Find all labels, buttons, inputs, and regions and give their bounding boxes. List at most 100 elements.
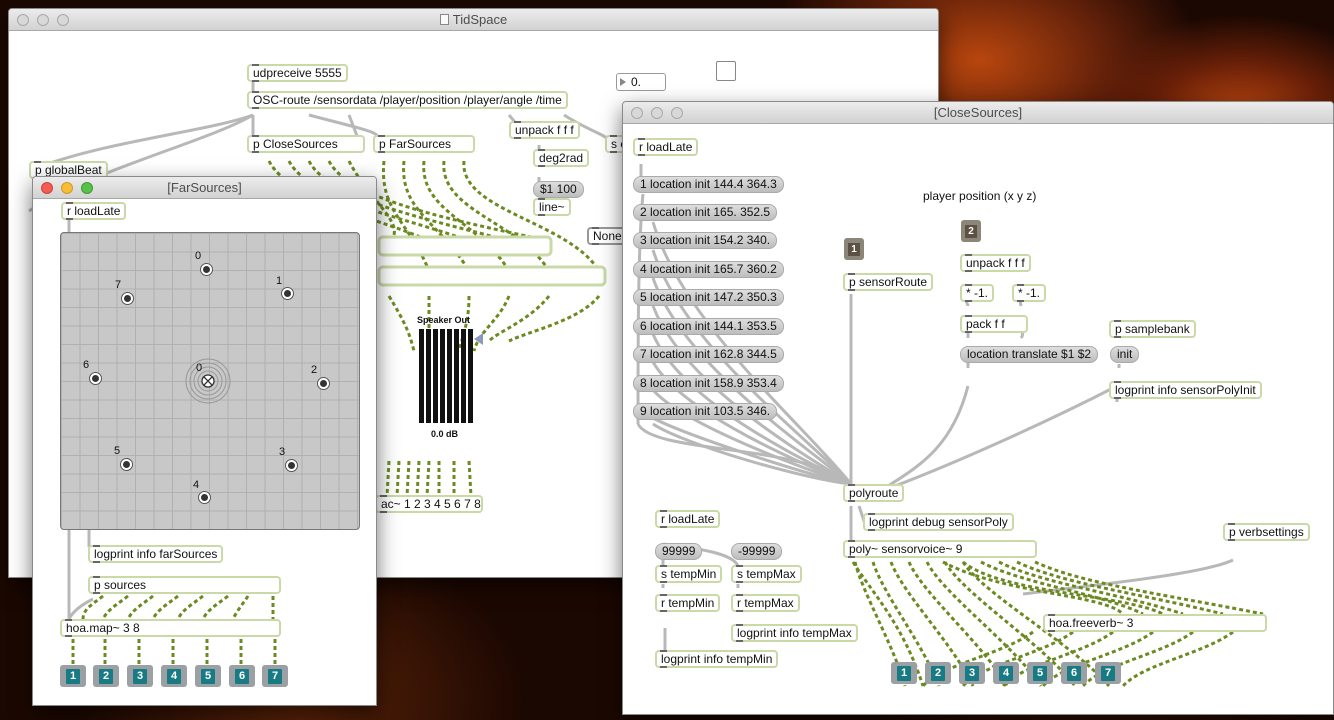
location-translate-message[interactable]: location translate $1 $2 <box>960 346 1099 363</box>
source-3-handle[interactable] <box>285 459 298 472</box>
location-init-message-3[interactable]: 3 location init 154.2 340. <box>633 232 778 249</box>
location-init-message-6[interactable]: 6 location init 144.1 353.5 <box>633 318 784 335</box>
multiply-x-object[interactable]: * -1. <box>960 284 995 302</box>
outlet-6[interactable]: 6 <box>229 665 255 687</box>
minimize-window-button[interactable] <box>37 14 49 26</box>
verbsettings-subpatch[interactable]: p verbsettings <box>1223 523 1310 541</box>
source-2-handle[interactable] <box>317 377 330 390</box>
outlet-5[interactable]: 5 <box>195 665 221 687</box>
logprint-tempmin-object[interactable]: logprint info tempMin <box>655 650 779 668</box>
source-7-handle[interactable] <box>121 292 134 305</box>
send-tempmax-object[interactable]: s tempMax <box>731 565 802 583</box>
minimize-window-button[interactable] <box>61 182 73 194</box>
window-title: [CloseSources] <box>933 105 1023 120</box>
zoom-window-button[interactable] <box>81 182 93 194</box>
outlet-4-label: 4 <box>167 668 181 684</box>
outlet-7[interactable]: 7 <box>1095 662 1121 684</box>
window-controls <box>17 14 69 26</box>
logprint-debug-object[interactable]: logprint debug sensorPoly <box>863 513 1014 531</box>
location-init-message-7[interactable]: 7 location init 162.8 344.5 <box>633 346 784 363</box>
sensor-route-subpatch[interactable]: p sensorRoute <box>843 273 934 291</box>
location-init-message-1[interactable]: 1 location init 144.4 364.3 <box>633 176 784 193</box>
sources-subpatch[interactable]: p sources <box>88 576 281 594</box>
close-window-button[interactable] <box>17 14 29 26</box>
outlet-2[interactable]: 2 <box>93 665 119 687</box>
receive-tempmax-object[interactable]: r tempMax <box>731 594 800 612</box>
hoa-map-display[interactable]: 0 1 2 3 4 5 6 7 0 <box>60 232 360 530</box>
line-object[interactable]: line~ <box>533 198 571 216</box>
inlet-1[interactable]: 1 <box>844 238 864 260</box>
source-5-handle[interactable] <box>120 458 133 471</box>
loadlate-receive-2[interactable]: r loadLate <box>655 510 721 528</box>
source-2-label: 2 <box>311 364 318 376</box>
outlet-1[interactable]: 1 <box>60 665 86 687</box>
window-controls <box>631 107 683 119</box>
location-init-message-5[interactable]: 5 location init 147.2 350.3 <box>633 289 784 306</box>
pack-object[interactable]: pack f f <box>960 315 1028 333</box>
source-1-handle[interactable] <box>281 287 294 300</box>
logprint-far-object[interactable]: logprint info farSources <box>88 545 224 563</box>
location-init-message-8[interactable]: 8 location init 158.9 353.4 <box>633 375 784 392</box>
farsources-titlebar[interactable]: [FarSources] <box>33 177 376 199</box>
source-1-label: 1 <box>276 275 283 287</box>
gain-slider-handle[interactable] <box>474 333 483 345</box>
tidspace-titlebar[interactable]: TidSpace <box>9 9 938 31</box>
outlet-3[interactable]: 3 <box>127 665 153 687</box>
location-init-message-9[interactable]: 9 location init 103.5 346. <box>633 403 778 420</box>
send-tempmin-object[interactable]: s tempMin <box>655 565 723 583</box>
ramp-message[interactable]: $1 100 <box>533 181 584 198</box>
logprint-sensor-poly-init[interactable]: logprint info sensorPolyInit <box>1109 381 1262 399</box>
outlet-1[interactable]: 1 <box>891 662 917 684</box>
outlet-5[interactable]: 5 <box>1027 662 1053 684</box>
deg2rad-object[interactable]: deg2rad <box>533 149 590 167</box>
farsources-patcher[interactable]: r loadLate 0 1 2 3 4 5 6 7 0 logprint in… <box>33 199 376 705</box>
outlet-1-label: 1 <box>66 668 80 684</box>
zoom-window-button[interactable] <box>57 14 69 26</box>
location-init-message-2[interactable]: 2 location init 165. 352.5 <box>633 204 778 221</box>
logprint-tempmax-object[interactable]: logprint info tempMax <box>731 624 858 642</box>
toggle-box[interactable] <box>716 61 736 81</box>
location-init-message-4[interactable]: 4 location init 165.7 360.2 <box>633 261 784 278</box>
listener-icon[interactable] <box>183 356 233 406</box>
loadlate-receive[interactable]: r loadLate <box>633 138 699 156</box>
source-0-label: 0 <box>195 250 202 262</box>
loadlate-receive[interactable]: r loadLate <box>61 202 127 220</box>
closesources-titlebar[interactable]: [CloseSources] <box>623 102 1333 124</box>
close-window-button[interactable] <box>631 107 643 119</box>
source-0-handle[interactable] <box>200 263 213 276</box>
samplebank-subpatch[interactable]: p samplebank <box>1109 320 1196 338</box>
min-value-message[interactable]: -99999 <box>731 543 783 560</box>
source-6-handle[interactable] <box>89 372 102 385</box>
hoa-freeverb-object[interactable]: hoa.freeverb~ 3 <box>1043 614 1267 632</box>
zoom-window-button[interactable] <box>671 107 683 119</box>
outlet-3[interactable]: 3 <box>959 662 985 684</box>
document-icon <box>439 14 449 25</box>
inlet-2[interactable]: 2 <box>961 220 981 242</box>
unpack-object[interactable]: unpack f f f <box>960 254 1031 272</box>
polyroute-object[interactable]: polyroute <box>843 484 905 502</box>
outlet-6[interactable]: 6 <box>1061 662 1087 684</box>
hoa-map-object[interactable]: hoa.map~ 3 8 <box>60 619 281 637</box>
outlet-2-label: 2 <box>931 665 945 681</box>
receive-tempmin-object[interactable]: r tempMin <box>655 594 721 612</box>
max-value-message[interactable]: 99999 <box>655 543 703 560</box>
far-sources-subpatch[interactable]: p FarSources <box>373 135 475 153</box>
unpack-object[interactable]: unpack f f f <box>509 121 580 139</box>
number-box[interactable]: 0. <box>616 73 666 91</box>
udpreceive-object[interactable]: udpreceive 5555 <box>247 64 348 82</box>
osc-route-object[interactable]: OSC-route /sensordata /player/position /… <box>247 91 568 109</box>
dac-object[interactable]: ac~ 1 2 3 4 5 6 7 8 <box>375 495 483 513</box>
source-4-handle[interactable] <box>198 491 211 504</box>
outlet-4[interactable]: 4 <box>161 665 187 687</box>
outlet-4[interactable]: 4 <box>993 662 1019 684</box>
poly-sensorvoice-object[interactable]: poly~ sensorvoice~ 9 <box>843 540 1037 558</box>
minimize-window-button[interactable] <box>651 107 663 119</box>
close-window-button[interactable] <box>41 182 53 194</box>
close-sources-subpatch[interactable]: p CloseSources <box>247 135 365 153</box>
init-message[interactable]: init <box>1110 346 1140 363</box>
closesources-patcher[interactable]: r loadLate 1 location init 144.4 364.3 2… <box>623 124 1333 714</box>
outlet-2[interactable]: 2 <box>925 662 951 684</box>
source-7-label: 7 <box>115 279 122 291</box>
outlet-7[interactable]: 7 <box>262 665 288 687</box>
multiply-y-object[interactable]: * -1. <box>1012 284 1047 302</box>
